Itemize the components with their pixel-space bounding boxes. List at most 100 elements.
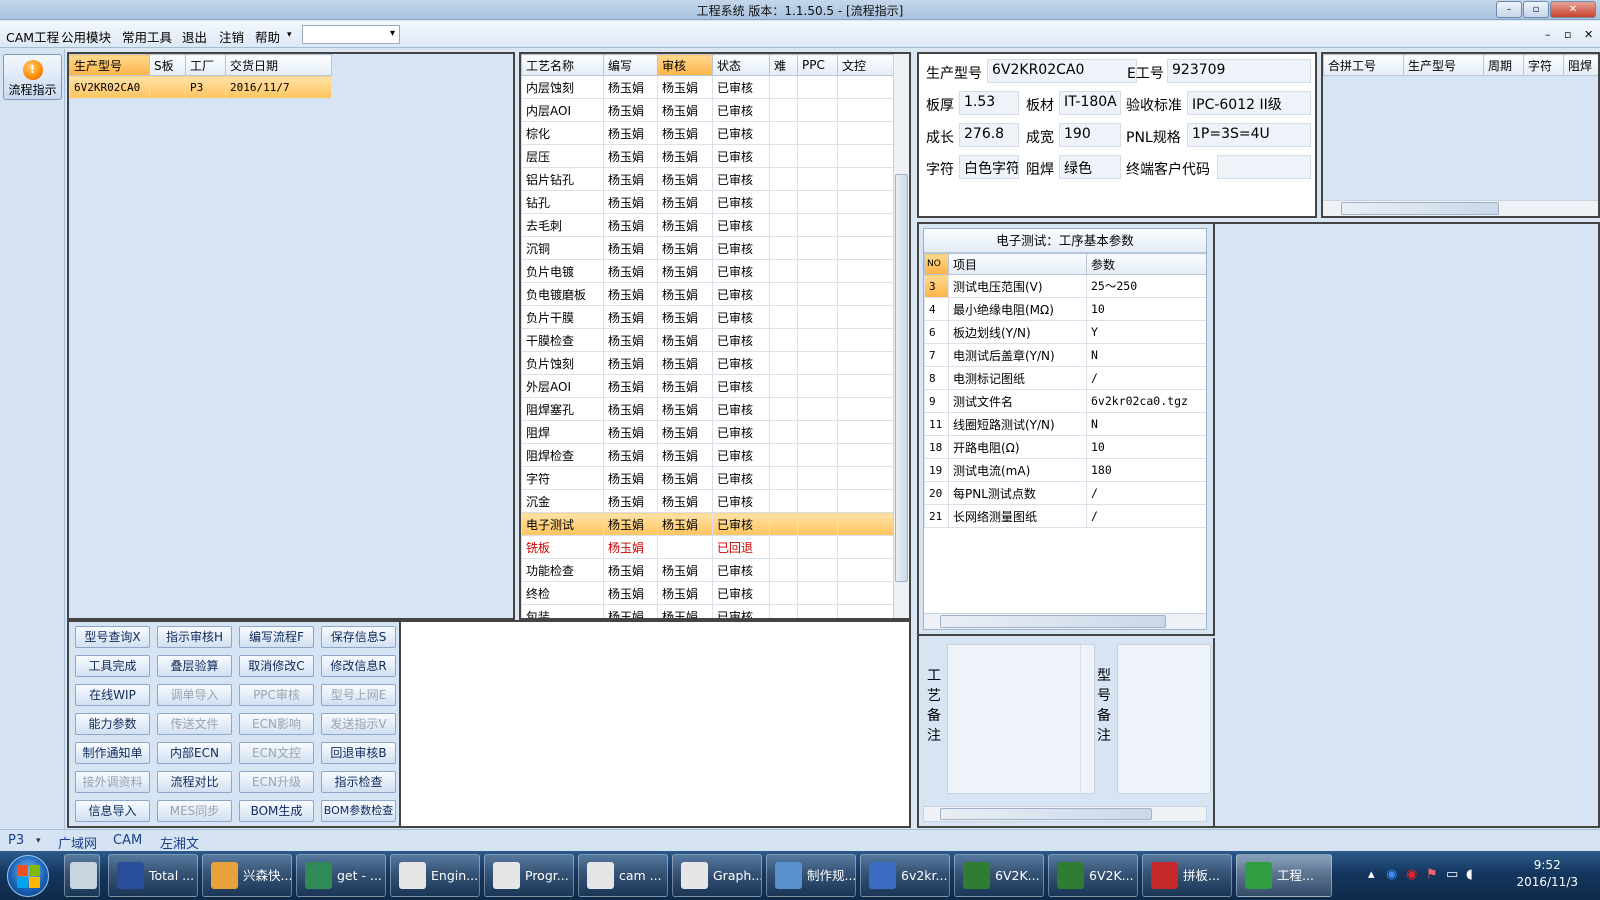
taskbar-item[interactable]: 兴森快... [202,854,292,897]
taskbar-item[interactable]: Progr... [484,854,574,897]
action-button[interactable]: PPC审核 [239,684,314,706]
col-merge-no[interactable]: 合拼工号 [1323,54,1404,76]
col-s-board[interactable]: S板 [149,54,186,76]
action-button[interactable]: BOM生成 [239,800,314,822]
table-row[interactable]: 棕化 杨玉娟 杨玉娟 已审核 [521,121,894,145]
table-row[interactable]: 铣板 杨玉娟 已回退 [521,535,894,559]
table-row[interactable]: 20 每PNL测试点数 / [924,481,1206,505]
table-row[interactable]: 外层AOI 杨玉娟 杨玉娟 已审核 [521,374,894,398]
action-button[interactable]: 回退审核B [321,742,396,764]
field-eno[interactable]: 923709 [1167,59,1311,83]
table-row[interactable]: 阻焊 杨玉娟 杨玉娟 已审核 [521,420,894,444]
tray-volume-icon[interactable]: ◖ [1466,867,1473,882]
table-row[interactable]: 内层AOI 杨玉娟 杨玉娟 已审核 [521,98,894,122]
field-character[interactable]: 白色字符 [959,155,1019,179]
menu-common-modules[interactable]: 公用模块 [61,27,111,46]
table-row[interactable]: 终检 杨玉娟 杨玉娟 已审核 [521,581,894,605]
scroll-thumb[interactable] [1341,202,1499,215]
table-row[interactable]: 9 测试文件名 6v2kr02ca0.tgz [924,389,1206,413]
table-row[interactable]: 11 线圈短路测试(Y/N) N [924,412,1206,436]
table-row[interactable]: 负片电镀 杨玉娟 杨玉娟 已审核 [521,259,894,283]
col-delivery-date[interactable]: 交货日期 [225,54,332,76]
table-row[interactable]: 负电镀磨板 杨玉娟 杨玉娟 已审核 [521,282,894,306]
minimize-button[interactable]: – [1496,1,1522,18]
col-doc-control[interactable]: 文控 [837,54,894,76]
taskbar-item[interactable]: 工程... [1236,854,1332,897]
col-item[interactable]: 项目 [948,253,1087,275]
taskbar-item[interactable]: 制作规... [766,854,856,897]
action-button[interactable]: 接外调资料 [75,771,150,793]
action-button[interactable]: 制作通知单 [75,742,150,764]
col-param[interactable]: 参数 [1086,253,1206,275]
action-button[interactable]: 修改信息R [321,655,396,677]
tray-app-icon[interactable]: ◉ [1386,867,1397,882]
menu-logout[interactable]: 注销 [219,27,244,46]
menu-tools[interactable]: 常用工具 [122,27,172,46]
table-row[interactable]: 层压 杨玉娟 杨玉娟 已审核 [521,144,894,168]
table-row[interactable]: 钻孔 杨玉娟 杨玉娟 已审核 [521,190,894,214]
field-material[interactable]: IT-180A [1059,91,1121,115]
taskbar-item[interactable]: get - ... [296,854,386,897]
mdi-close-icon[interactable]: ✕ [1584,28,1593,41]
action-button[interactable]: ECN文控 [239,742,314,764]
action-button[interactable]: ECN影响 [239,713,314,735]
field-pnl[interactable]: 1P=3S=4U [1187,123,1311,147]
col-process-name[interactable]: 工艺名称 [521,54,604,76]
tray-antivirus-icon[interactable]: ◉ [1406,867,1417,882]
col-ppc[interactable]: PPC [797,54,838,76]
table-row[interactable]: 6V2KR02CA0 P3 2016/11/7 [69,75,332,99]
action-button[interactable]: 内部ECN [157,742,232,764]
col-model[interactable]: 生产型号 [69,54,150,76]
table-row[interactable]: 18 开路电阻(Ω) 10 [924,435,1206,459]
taskbar-calculator[interactable] [64,854,100,897]
col-status[interactable]: 状态 [712,54,770,76]
table-row[interactable]: 沉金 杨玉娟 杨玉娟 已审核 [521,489,894,513]
table-row[interactable]: 干膜检查 杨玉娟 杨玉娟 已审核 [521,328,894,352]
table-row[interactable]: 负片干膜 杨玉娟 杨玉娟 已审核 [521,305,894,329]
close-button[interactable]: ✕ [1550,1,1596,18]
tab-wan[interactable]: 广域网 [58,833,97,852]
table-row[interactable]: 7 电测试后盖章(Y/N) N [924,343,1206,367]
table-row[interactable]: 内层蚀刻 杨玉娟 杨玉娟 已审核 [521,75,894,99]
action-button[interactable]: 调单导入 [157,684,232,706]
action-button[interactable]: 传送文件 [157,713,232,735]
maximize-button[interactable]: ▫ [1523,1,1549,18]
remarks-hscrollbar[interactable] [923,806,1207,822]
table-row[interactable]: 包装 杨玉娟 杨玉娟 已审核 [521,604,894,618]
field-thickness[interactable]: 1.53 [959,91,1019,115]
tab-user[interactable]: 左湘文 [160,833,199,852]
table-row[interactable]: 阻焊塞孔 杨玉娟 杨玉娟 已审核 [521,397,894,421]
action-button[interactable]: 型号查询X [75,626,150,648]
taskbar-item[interactable]: 拼板... [1142,854,1232,897]
process-remark-field[interactable] [947,644,1095,794]
table-row[interactable]: 21 长网络测量图纸 / [924,504,1206,528]
field-standard[interactable]: IPC-6012 II级 [1187,91,1311,115]
col-merge-char[interactable]: 字符 [1523,54,1564,76]
table-row[interactable]: 3 测试电压范围(V) 25～250 [924,274,1206,298]
action-button[interactable]: 指示审核H [157,626,232,648]
col-writer[interactable]: 编写 [603,54,658,76]
model-remark-field[interactable] [1117,644,1211,794]
table-row[interactable]: 功能检查 杨玉娟 杨玉娟 已审核 [521,558,894,582]
col-factory[interactable]: 工厂 [185,54,226,76]
action-button[interactable]: 能力参数 [75,713,150,735]
taskbar-item[interactable]: 6V2K... [954,854,1044,897]
scroll-thumb[interactable] [940,808,1152,820]
table-row[interactable]: 字符 杨玉娟 杨玉娟 已审核 [521,466,894,490]
table-row[interactable]: 电子测试 杨玉娟 杨玉娟 已审核 [521,512,894,536]
tray-flag-icon[interactable]: ⚑ [1426,867,1438,882]
col-no[interactable]: NO [924,253,949,275]
flow-indicator-button[interactable]: ! 流程指示 [3,54,62,100]
taskbar-item[interactable]: Graph... [672,854,762,897]
table-row[interactable]: 4 最小绝缘电阻(MΩ) 10 [924,297,1206,321]
scroll-thumb[interactable] [940,615,1166,628]
table-row[interactable]: 铝片钻孔 杨玉娟 杨玉娟 已审核 [521,167,894,191]
start-button[interactable] [7,855,49,897]
field-customer-code[interactable] [1217,155,1311,179]
field-length[interactable]: 276.8 [959,123,1019,147]
taskbar-item[interactable]: Engin... [390,854,480,897]
table-row[interactable]: 19 测试电流(mA) 180 [924,458,1206,482]
action-button[interactable]: 指示检查 [321,771,396,793]
tab-cam[interactable]: CAM [113,833,142,848]
process-scrollbar[interactable] [893,54,909,618]
